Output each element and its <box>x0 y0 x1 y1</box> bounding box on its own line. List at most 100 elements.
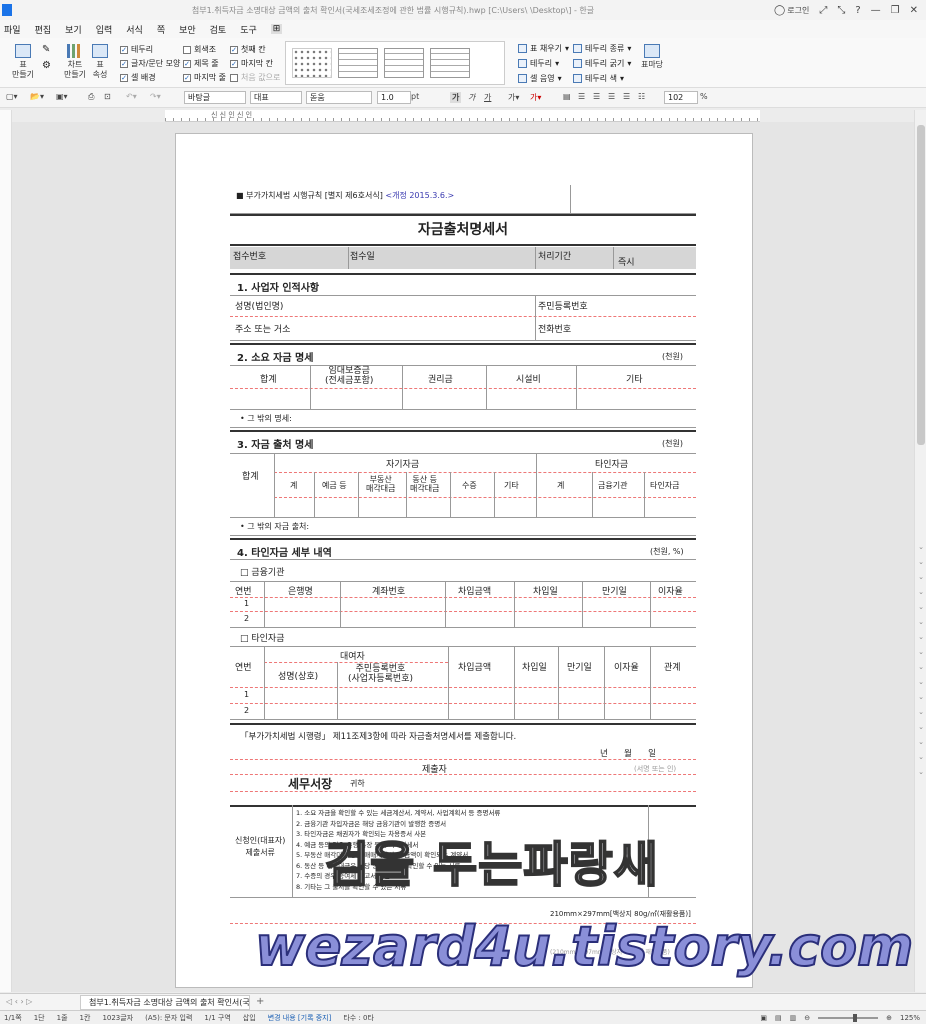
section3-title: 3. 자금 출처 명세 <box>237 440 314 451</box>
menu-table[interactable]: ⊞ <box>270 24 283 34</box>
check-header-row[interactable]: ✓ 제목 줄 <box>183 58 219 69</box>
horizontal-ruler[interactable]: 신 신 인 신 인 <box>165 110 760 122</box>
insert-chart-button[interactable]: 차트 만들기 <box>62 44 88 80</box>
table-style-1[interactable] <box>292 48 332 78</box>
status-track-changes[interactable]: 변경 내용 [기록 중지] <box>268 1013 332 1023</box>
name-label: 성명(법인명) <box>235 302 284 312</box>
check-last-row[interactable]: ✓ 마지막 줄 <box>183 72 226 83</box>
border-button[interactable]: 테두리 ▾ <box>518 58 559 69</box>
undo-icon[interactable]: ↶▾ <box>126 92 137 101</box>
scroll-thumb[interactable] <box>917 125 925 445</box>
table-fill-button[interactable]: 표 채우기 ▾ <box>518 43 569 54</box>
section1-title: 1. 사업자 인적사항 <box>237 283 320 294</box>
strike-icon[interactable]: 가▾ <box>508 92 519 103</box>
view-fit-icon[interactable]: ▥ <box>790 1014 797 1022</box>
add-tab-button[interactable]: + <box>256 996 264 1007</box>
menu-insert[interactable]: 입력 <box>96 23 113 36</box>
menu-tools[interactable]: 도구 <box>240 23 257 36</box>
status-keystrokes: 타수 : 0타 <box>343 1013 374 1022</box>
check-icon: ✓ <box>120 73 128 82</box>
view-normal-icon[interactable]: ▣ <box>760 1014 767 1022</box>
chart-icon <box>67 44 83 58</box>
align-left-icon[interactable]: ☰ <box>578 92 585 101</box>
check-reset[interactable]: 처음 값으로 <box>230 72 280 83</box>
minimize-button[interactable]: — <box>871 5 881 16</box>
print-icon[interactable]: ⎙ <box>88 92 94 102</box>
cell-shade-button[interactable]: 셀 음영 ▾ <box>518 73 562 84</box>
edit-icon[interactable]: ✎ <box>42 44 50 55</box>
style-icon[interactable]: ⚙ <box>42 60 51 71</box>
align-center-icon[interactable]: ☰ <box>608 92 615 101</box>
italic-button[interactable]: 가 <box>468 92 475 103</box>
menu-page[interactable]: 쪽 <box>157 23 165 36</box>
s2-col-premium: 권리금 <box>428 375 453 385</box>
bold-button[interactable]: 가 <box>450 92 462 103</box>
check-last-col[interactable]: ✓ 마지막 칸 <box>230 58 273 69</box>
border-color-button[interactable]: 테두리 색 ▾ <box>573 73 624 84</box>
oth-row-2: 2 <box>244 706 250 715</box>
document-tab[interactable]: 첨부1.취득자금 소명대상 금액의 출처 확인서(국··· <box>80 995 250 1010</box>
vertical-ruler[interactable] <box>0 110 12 992</box>
menu-security[interactable]: 보안 <box>179 23 196 36</box>
tab-nav-icon[interactable]: ◁ ‹ › ▷ <box>6 997 32 1006</box>
font-color-icon[interactable]: 가▾ <box>530 92 541 103</box>
align-justify-icon[interactable]: ▤ <box>563 92 571 101</box>
insert-table-button[interactable]: 표 만들기 <box>8 44 38 80</box>
table-wizard-button[interactable]: 표마당 <box>640 44 664 70</box>
table-properties-button[interactable]: 표 속성 <box>90 44 110 80</box>
redo-icon[interactable]: ↷▾ <box>150 92 161 101</box>
new-doc-icon[interactable]: ▢▾ <box>6 92 18 101</box>
menu-edit[interactable]: 편집 <box>35 23 52 36</box>
page-nav-arrows[interactable]: ⌄ ⌄ ⌄ ⌄ ⌄ ⌄ ⌄ ⌄ ⌄ ⌄ ⌄ ⌄ ⌄ ⌄ ⌄ ⌄ <box>915 540 926 780</box>
vertical-scrollbar[interactable]: ⌄ ⌄ ⌄ ⌄ ⌄ ⌄ ⌄ ⌄ ⌄ ⌄ ⌄ ⌄ ⌄ ⌄ ⌄ ⌄ <box>914 110 926 992</box>
preview-icon[interactable]: ⊡ <box>104 92 111 101</box>
menu-file[interactable]: 파일 <box>4 23 21 36</box>
underline-button[interactable]: 가 <box>484 92 491 103</box>
s3-total: 합계 <box>242 472 259 482</box>
menu-format[interactable]: 서식 <box>126 23 143 36</box>
check-border[interactable]: ✓ 테두리 <box>120 44 153 55</box>
zoom-in-icon[interactable]: ⊕ <box>886 1014 892 1022</box>
font-size-input[interactable]: 1.0 <box>377 91 411 104</box>
check-char-para[interactable]: ✓ 글자/문단 모양 <box>120 58 180 69</box>
save-icon[interactable]: ▣▾ <box>56 92 68 101</box>
section2-title: 2. 소요 자금 명세 <box>237 353 314 364</box>
login-button[interactable]: ◯ 로그인 <box>774 5 809 16</box>
window-title: 첨부1.취득자금 소명대상 금액의 출처 확인서(국세조세조정에 관한 법률 시… <box>191 5 595 15</box>
receipt-date-label: 접수일 <box>350 252 375 262</box>
zoom-level[interactable]: 125% <box>900 1014 920 1022</box>
fullscreen-icon[interactable]: ⤢ <box>819 5 827 16</box>
zoom-input[interactable]: 102 <box>664 91 698 104</box>
check-grayscale[interactable]: 회색조 <box>183 44 216 55</box>
user-icon: ◯ <box>774 4 786 16</box>
font-group-select[interactable]: 대표 <box>250 91 302 104</box>
border-width-button[interactable]: 테두리 굵기 ▾ <box>573 58 631 69</box>
zoom-slider-handle[interactable] <box>853 1013 858 1022</box>
align-dist-icon[interactable]: ☰ <box>623 92 630 101</box>
align-right-icon[interactable]: ☰ <box>593 92 600 101</box>
font-select[interactable]: 돋움 <box>306 91 372 104</box>
check-cell-bg[interactable]: ✓ 셀 배경 <box>120 72 156 83</box>
help-button[interactable]: ? <box>855 5 860 16</box>
s3-col-realestate: 부동산 매각대금 <box>366 475 396 493</box>
close-button[interactable]: ✕ <box>910 5 918 16</box>
zoom-out-icon[interactable]: ⊖ <box>804 1014 810 1022</box>
maximize-button[interactable]: ❐ <box>891 5 900 16</box>
s2-col-deposit: 임대보증금 (전세금포함) <box>325 366 374 386</box>
check-first-col[interactable]: ✓ 첫째 칸 <box>230 44 266 55</box>
menu-review[interactable]: 검토 <box>210 23 227 36</box>
status-insert[interactable]: 삽입 <box>243 1013 256 1023</box>
view-web-icon[interactable]: ▤ <box>775 1014 782 1022</box>
receipt-no-label: 접수번호 <box>233 252 267 262</box>
line-spacing-icon[interactable]: ☷ <box>638 92 645 101</box>
table-style-4[interactable] <box>430 48 470 78</box>
zoom-slider[interactable] <box>818 1013 879 1022</box>
border-type-button[interactable]: 테두리 종류 ▾ <box>573 43 631 54</box>
table-style-3[interactable] <box>384 48 424 78</box>
menu-view[interactable]: 보기 <box>65 23 82 36</box>
table-style-gallery[interactable] <box>285 41 505 85</box>
style-select[interactable]: 바탕글 <box>184 91 246 104</box>
table-style-2[interactable] <box>338 48 378 78</box>
open-icon[interactable]: 📂▾ <box>30 92 44 101</box>
restore-icon[interactable]: ⤡ <box>837 5 845 16</box>
